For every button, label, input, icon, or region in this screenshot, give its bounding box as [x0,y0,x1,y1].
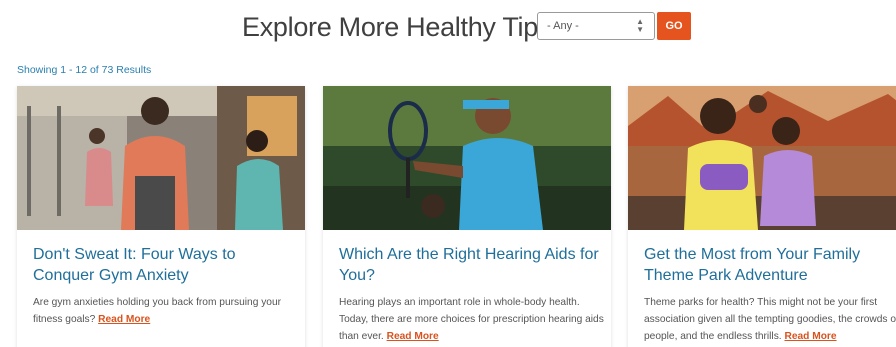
page-title: Explore More Healthy Tips [242,12,552,42]
article-title[interactable]: Get the Most from Your Family Theme Park… [644,244,896,286]
page-header: Explore More Healthy Tips - Any - ▲ ▼ GO [0,10,896,44]
article-card[interactable]: Get the Most from Your Family Theme Park… [628,86,896,347]
article-description: Hearing plays an important role in whole… [339,297,604,342]
article-image-theme-park[interactable] [628,86,896,230]
article-card[interactable]: Which Are the Right Hearing Aids for You… [323,86,611,347]
article-title[interactable]: Which Are the Right Hearing Aids for You… [339,244,601,286]
go-button[interactable]: GO [657,12,691,40]
select-arrows-icon: ▲ ▼ [636,17,644,34]
category-select[interactable]: - Any - ▲ ▼ [537,12,655,40]
article-image-tennis[interactable] [323,86,611,230]
read-more-link[interactable]: Read More [784,331,836,342]
read-more-link[interactable]: Read More [98,314,150,325]
article-image-gym[interactable] [17,86,305,230]
read-more-link[interactable]: Read More [387,331,439,342]
article-card[interactable]: Don't Sweat It: Four Ways to Conquer Gym… [17,86,305,347]
select-value: - Any - [547,20,579,32]
article-description: Are gym anxieties holding you back from … [33,297,282,325]
results-count: Showing 1 - 12 of 73 Results [17,64,152,76]
article-description: Theme parks for health? This might not b… [644,297,896,342]
article-title[interactable]: Don't Sweat It: Four Ways to Conquer Gym… [33,244,295,286]
